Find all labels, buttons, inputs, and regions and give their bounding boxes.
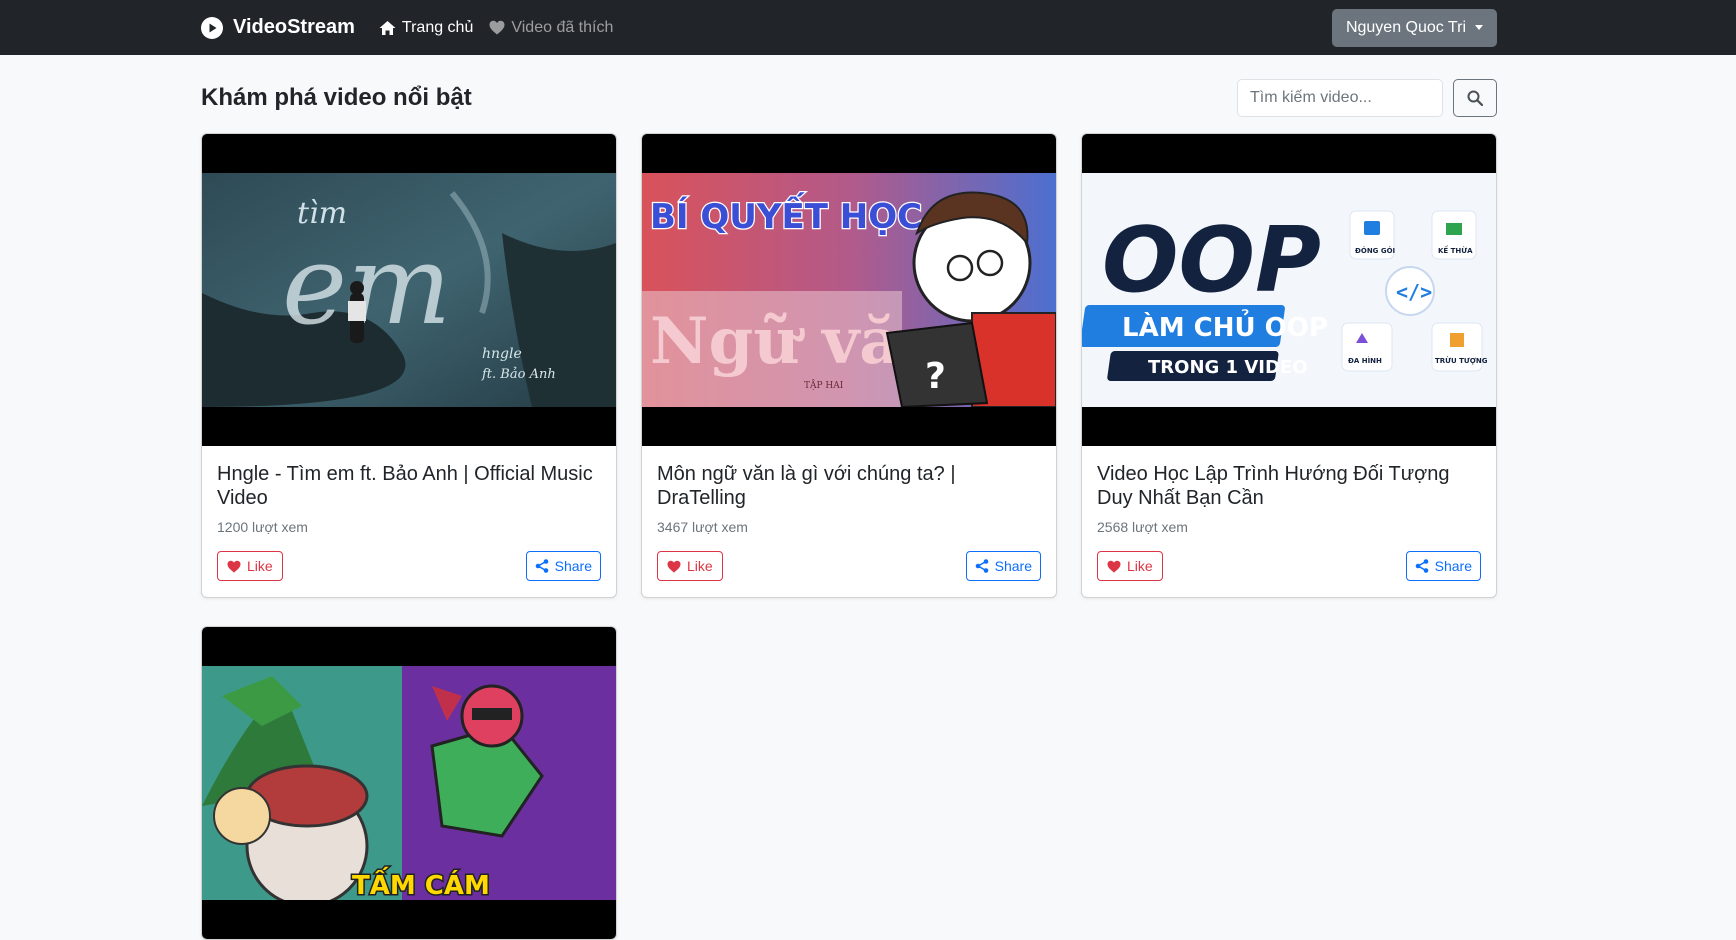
thumb-text: ft. Bảo Anh xyxy=(481,367,556,382)
video-card: TẤM CÁM xyxy=(201,626,617,940)
like-label: Like xyxy=(247,558,273,574)
page-title: Khám phá video nổi bật xyxy=(201,84,472,111)
view-count: 2568 lượt xem xyxy=(1097,519,1188,535)
card-actions: Like Share xyxy=(657,551,1041,581)
heart-icon xyxy=(227,560,241,573)
svg-text:?: ? xyxy=(925,356,946,397)
card-actions: Like Share xyxy=(1097,551,1481,581)
video-thumbnail: tìm em hngle ft. Bảo Anh xyxy=(202,173,616,407)
navbar: VideoStream Trang chủ Video đã thích Ngu… xyxy=(0,0,1736,55)
share-label: Share xyxy=(994,558,1032,574)
like-label: Like xyxy=(1127,558,1153,574)
card-body: Video Học Lập Trình Hướng Đối Tượng Duy … xyxy=(1082,446,1496,597)
play-circle-icon xyxy=(201,16,223,39)
like-button[interactable]: Like xyxy=(217,551,283,581)
share-button[interactable]: Share xyxy=(1405,551,1481,581)
share-label: Share xyxy=(1434,558,1472,574)
video-thumbnail: BÍ QUYẾT HỌC Ngữ văn TẬP HAI ? xyxy=(642,173,1056,407)
share-icon xyxy=(535,559,548,573)
share-icon xyxy=(1415,559,1428,573)
video-card: tìm em hngle ft. Bảo Anh Hngle - Tìm em … xyxy=(201,133,617,598)
view-count: 3467 lượt xem xyxy=(657,519,748,535)
brand-link[interactable]: VideoStream xyxy=(201,16,355,39)
thumb-text: TẤM CÁM xyxy=(352,865,490,900)
video-card: BÍ QUYẾT HỌC Ngữ văn TẬP HAI ? Môn ngữ v… xyxy=(641,133,1057,598)
video-title[interactable]: Môn ngữ văn là gì với chúng ta? | DraTel… xyxy=(657,462,1041,510)
thumb-text: OOP xyxy=(1102,208,1321,313)
user-name: Nguyen Quoc Tri xyxy=(1345,18,1466,36)
like-label: Like xyxy=(687,558,713,574)
video-player[interactable]: TẤM CÁM xyxy=(202,627,616,939)
thumb-text: TRONG 1 VIDEO xyxy=(1148,357,1308,378)
like-button[interactable]: Like xyxy=(657,551,723,581)
thumb-text: BÍ QUYẾT HỌC xyxy=(650,192,922,237)
share-icon xyxy=(975,559,988,573)
search-button[interactable] xyxy=(1453,79,1497,117)
share-button[interactable]: Share xyxy=(965,551,1041,581)
thumb-text: ĐA HÌNH xyxy=(1348,356,1382,365)
home-icon xyxy=(379,20,396,35)
card-body: Hngle - Tìm em ft. Bảo Anh | Official Mu… xyxy=(202,446,616,597)
nav-home-label: Trang chủ xyxy=(401,18,474,36)
heart-icon xyxy=(667,560,681,573)
video-player[interactable]: BÍ QUYẾT HỌC Ngữ văn TẬP HAI ? xyxy=(642,134,1056,446)
video-card: OOP LÀM CHỦ OOP TRONG 1 VIDEO </> ĐÓNG G… xyxy=(1081,133,1497,598)
heart-icon xyxy=(1107,560,1121,573)
thumb-text: LÀM CHỦ OOP xyxy=(1122,307,1328,343)
brand-name: VideoStream xyxy=(233,16,355,38)
share-label: Share xyxy=(554,558,592,574)
user-dropdown-button[interactable]: Nguyen Quoc Tri xyxy=(1331,8,1497,47)
video-thumbnail: OOP LÀM CHỦ OOP TRONG 1 VIDEO </> ĐÓNG G… xyxy=(1082,173,1496,407)
nav-liked-videos[interactable]: Video đã thích xyxy=(489,19,613,37)
search-input[interactable] xyxy=(1237,79,1443,117)
navbar-inner: VideoStream Trang chủ Video đã thích Ngu… xyxy=(201,0,1497,55)
svg-text:</>: </> xyxy=(1396,280,1432,304)
thumb-text: ĐÓNG GÓI xyxy=(1355,246,1395,255)
nav-home[interactable]: Trang chủ xyxy=(379,19,473,37)
thumb-text: hngle xyxy=(482,346,522,362)
video-title[interactable]: Hngle - Tìm em ft. Bảo Anh | Official Mu… xyxy=(217,462,601,510)
video-thumbnail: TẤM CÁM xyxy=(202,666,616,900)
video-player[interactable]: tìm em hngle ft. Bảo Anh xyxy=(202,134,616,446)
card-body: Môn ngữ văn là gì với chúng ta? | DraTel… xyxy=(642,446,1056,597)
share-button[interactable]: Share xyxy=(525,551,601,581)
like-button[interactable]: Like xyxy=(1097,551,1163,581)
view-count: 1200 lượt xem xyxy=(217,519,308,535)
chevron-down-icon xyxy=(1475,25,1483,30)
content-header: Khám phá video nổi bật xyxy=(201,78,1497,118)
thumb-text: TRỪU TƯỢNG xyxy=(1435,356,1488,365)
thumb-text: em xyxy=(282,221,451,349)
card-actions: Like Share xyxy=(217,551,601,581)
video-title[interactable]: Video Học Lập Trình Hướng Đối Tượng Duy … xyxy=(1097,462,1481,510)
thumb-text: KẾ THỪA xyxy=(1438,245,1473,255)
search-form xyxy=(1237,79,1497,117)
search-icon xyxy=(1467,90,1483,106)
video-player[interactable]: OOP LÀM CHỦ OOP TRONG 1 VIDEO </> ĐÓNG G… xyxy=(1082,134,1496,446)
nav-liked-label: Video đã thích xyxy=(511,18,614,36)
heart-icon xyxy=(489,20,505,35)
thumb-text: TẬP HAI xyxy=(804,379,844,391)
